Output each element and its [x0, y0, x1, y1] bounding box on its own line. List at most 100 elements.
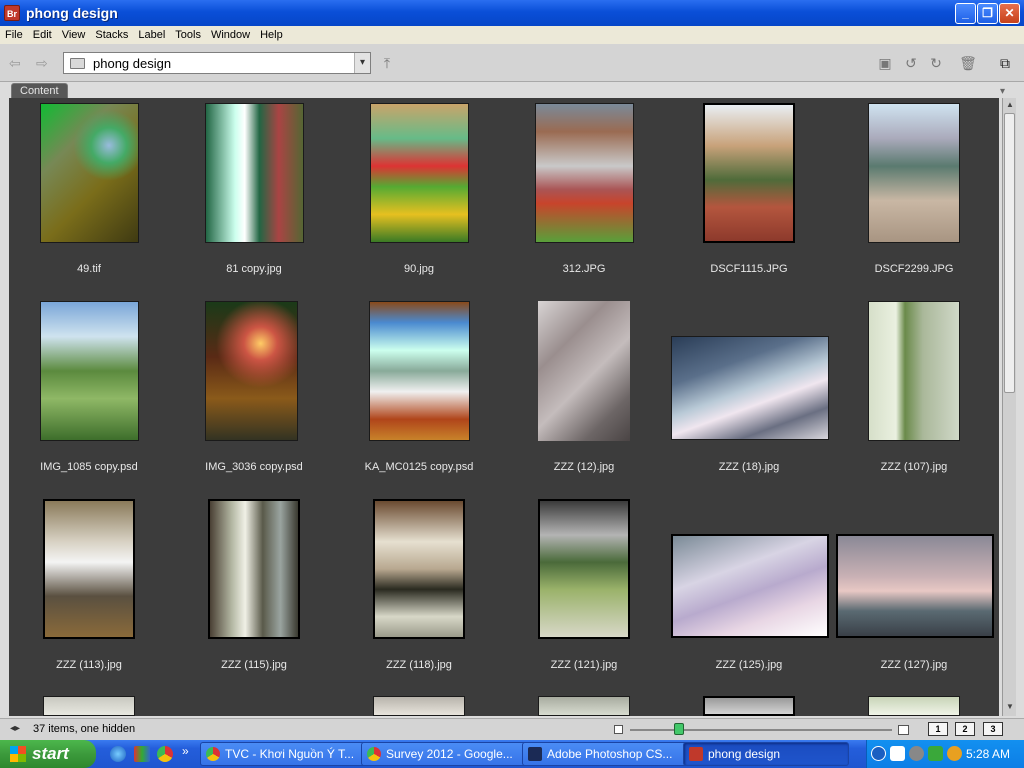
thumbnail-item[interactable]: ZZZ (18).jpg — [669, 296, 829, 486]
rotate-right-icon[interactable]: ↻ — [927, 54, 945, 72]
thumbnail-image[interactable] — [671, 336, 829, 440]
thumbnail-item[interactable]: 81 copy.jpg — [174, 98, 334, 288]
menu-stacks[interactable]: Stacks — [90, 29, 133, 41]
thumbnail-image[interactable] — [40, 301, 139, 441]
thumbnail-image[interactable] — [535, 103, 634, 243]
system-tray: 5:28 AM — [866, 740, 1024, 768]
chrome-icon[interactable] — [157, 746, 173, 762]
taskbar-item-tvc[interactable]: TVC - Khơi Nguồn Ý T... — [200, 742, 366, 766]
scroll-up-arrow-icon[interactable]: ▲ — [1005, 100, 1015, 110]
thumbnail-image[interactable] — [868, 103, 960, 243]
start-button[interactable]: start — [0, 740, 96, 768]
menu-edit[interactable]: Edit — [28, 29, 57, 41]
thumbnail-image[interactable] — [868, 301, 960, 441]
thumbnail-image[interactable] — [703, 103, 795, 243]
quicklaunch-more-icon[interactable]: » — [182, 744, 189, 758]
rotate-left-icon[interactable]: ↺ — [902, 54, 920, 72]
scrollbar-thumb[interactable] — [1004, 113, 1015, 393]
menu-label[interactable]: Label — [133, 29, 170, 41]
menu-help[interactable]: Help — [255, 29, 288, 41]
thumbnail-size-slider[interactable] — [630, 729, 892, 731]
trash-icon[interactable]: 🗑 — [959, 54, 977, 72]
back-arrow-icon[interactable]: ⇦ — [9, 56, 25, 70]
thumbnail-image[interactable] — [40, 103, 139, 243]
tray-app-icon[interactable] — [909, 746, 924, 761]
menu-file[interactable]: File — [0, 29, 28, 41]
thumbnail-item[interactable]: KA_MC0125 copy.psd — [339, 296, 499, 486]
thumbnail-label: IMG_1085 copy.psd — [40, 461, 138, 473]
thumbnail-item[interactable]: ZZZ (118).jpg — [339, 494, 499, 684]
thumbnail-item[interactable]: DSCF2299.JPG — [834, 98, 994, 288]
windows-taskbar: start » TVC - Khơi Nguồn Ý T... Survey 2… — [0, 740, 1024, 768]
compact-mode-icon[interactable]: ⧉ — [996, 54, 1014, 72]
title-bar[interactable]: Br phong design _ ❐ ✕ — [0, 0, 1024, 26]
zoom-in-icon[interactable] — [898, 725, 909, 735]
go-up-folder-icon[interactable]: ⤒ — [378, 54, 396, 72]
security-icon[interactable] — [928, 746, 943, 761]
thumbnail-item[interactable]: 312.JPG — [504, 98, 664, 288]
thumbnail-image[interactable] — [868, 696, 960, 716]
taskbar-item-photoshop[interactable]: Adobe Photoshop CS... — [522, 742, 688, 766]
bridge-window: Br phong design _ ❐ ✕ File Edit View Sta… — [0, 0, 1024, 740]
thumbnail-image[interactable] — [43, 696, 135, 716]
thumbnail-item[interactable]: ZZZ (121).jpg — [504, 494, 664, 684]
forward-arrow-icon[interactable]: ⇨ — [36, 56, 52, 70]
thumbnail-image[interactable] — [538, 301, 630, 441]
menu-tools[interactable]: Tools — [170, 29, 206, 41]
thumbnail-image[interactable] — [205, 301, 298, 441]
taskbar-item-survey[interactable]: Survey 2012 - Google... — [361, 742, 527, 766]
thumbnail-image[interactable] — [836, 534, 994, 638]
slider-knob[interactable] — [674, 723, 684, 735]
panel-toggle-icon[interactable]: ◂▸ — [10, 723, 20, 734]
zoom-out-icon[interactable] — [614, 725, 623, 734]
chrome-icon — [206, 747, 220, 761]
thumbnail-image[interactable] — [538, 696, 630, 716]
path-dropdown[interactable]: phong design ▾ — [63, 52, 371, 74]
maximize-button[interactable]: ❐ — [977, 3, 998, 24]
window-title: phong design — [26, 5, 118, 21]
thumbnail-label: DSCF2299.JPG — [874, 263, 954, 275]
thumbnail-item[interactable]: ZZZ (127).jpg — [834, 494, 994, 684]
keyboard-language-icon[interactable] — [890, 746, 905, 761]
thumbnail-label: ZZZ (18).jpg — [718, 461, 780, 473]
thumbnail-image[interactable] — [373, 499, 465, 639]
tray-expand-icon[interactable] — [871, 746, 886, 761]
thumbnail-image[interactable] — [208, 499, 300, 639]
view-mode-2-button[interactable]: 2 — [955, 722, 975, 736]
thumbnail-label: 49.tif — [77, 263, 101, 275]
thumbnail-image[interactable] — [373, 696, 465, 716]
close-button[interactable]: ✕ — [999, 3, 1020, 24]
vertical-scrollbar[interactable]: ▲ ▼ — [1002, 98, 1016, 716]
thumbnail-image[interactable] — [43, 499, 135, 639]
new-folder-icon[interactable]: ▣ — [876, 54, 894, 72]
thumbnail-item[interactable]: ZZZ (113).jpg — [9, 494, 169, 684]
view-mode-1-button[interactable]: 1 — [928, 722, 948, 736]
chevron-down-icon[interactable]: ▾ — [354, 53, 370, 73]
content-tab[interactable]: Content — [11, 83, 68, 98]
thumbnail-item[interactable]: IMG_1085 copy.psd — [9, 296, 169, 486]
taskbar-item-bridge[interactable]: phong design — [683, 742, 849, 766]
internet-explorer-icon[interactable] — [110, 746, 126, 762]
menu-window[interactable]: Window — [206, 29, 255, 41]
thumbnail-image[interactable] — [369, 301, 470, 441]
thumbnail-image[interactable] — [370, 103, 469, 243]
thumbnail-item[interactable]: ZZZ (115).jpg — [174, 494, 334, 684]
minimize-button[interactable]: _ — [955, 3, 976, 24]
quicklaunch-app-icon[interactable] — [134, 746, 150, 762]
thumbnail-image[interactable] — [205, 103, 304, 243]
panel-menu-icon[interactable]: ▾ — [1000, 87, 1014, 97]
thumbnail-image[interactable] — [703, 696, 795, 716]
thumbnail-item[interactable]: IMG_3036 copy.psd — [174, 296, 334, 486]
thumbnail-item[interactable]: ZZZ (12).jpg — [504, 296, 664, 486]
thumbnail-item[interactable]: DSCF1115.JPG — [669, 98, 829, 288]
scroll-down-arrow-icon[interactable]: ▼ — [1005, 702, 1015, 712]
thumbnail-item[interactable]: 49.tif — [9, 98, 169, 288]
thumbnail-image[interactable] — [538, 499, 630, 639]
thumbnail-item[interactable]: ZZZ (125).jpg — [669, 494, 829, 684]
thumbnail-image[interactable] — [671, 534, 829, 638]
menu-view[interactable]: View — [57, 29, 91, 41]
thumbnail-item[interactable]: ZZZ (107).jpg — [834, 296, 994, 486]
thumbnail-item[interactable]: 90.jpg — [339, 98, 499, 288]
volume-icon[interactable] — [947, 746, 962, 761]
view-mode-3-button[interactable]: 3 — [983, 722, 1003, 736]
